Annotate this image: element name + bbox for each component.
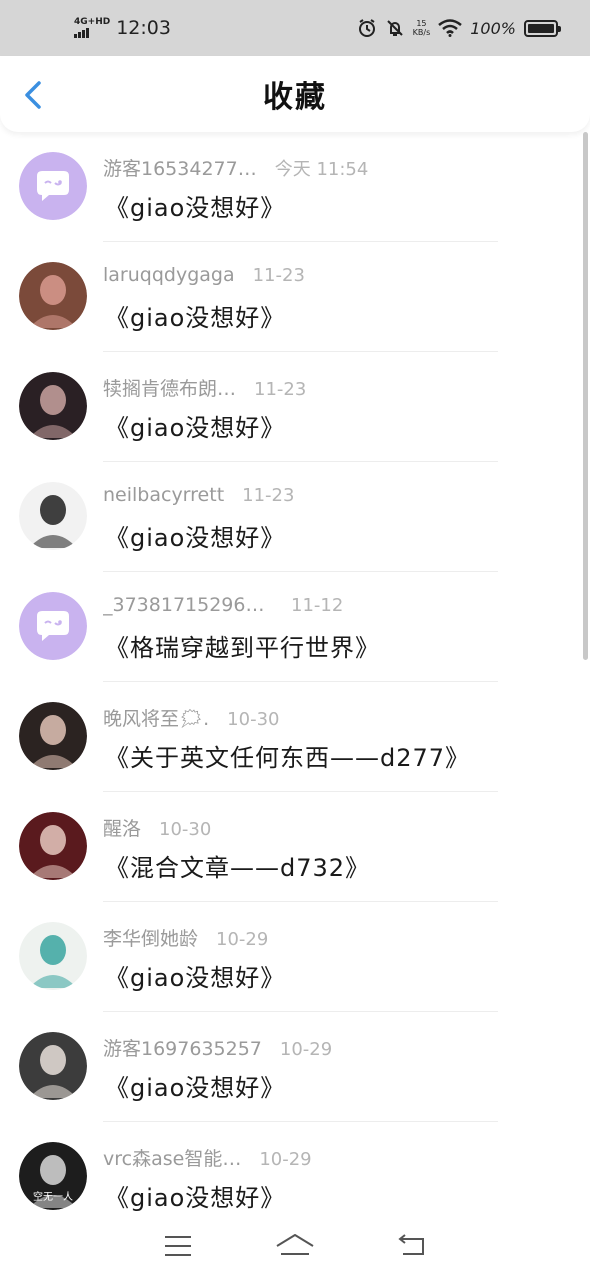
article-title: 《格瑞穿越到平行世界》 <box>105 634 380 662</box>
item-time: 10-29 <box>279 1039 333 1060</box>
user-photo-icon <box>19 702 87 770</box>
status-time: 12:03 <box>116 17 171 39</box>
article-title: 《giao没想好》 <box>105 304 286 332</box>
back-icon <box>398 1234 424 1255</box>
alarm-icon <box>358 19 375 37</box>
avatar-caption: 空无一人 <box>33 1190 73 1203</box>
user-name: 晚风将至🗯. <box>103 708 210 730</box>
item-time: 11-23 <box>254 379 307 400</box>
item-time: 11-23 <box>252 265 305 286</box>
home-icon <box>276 1234 314 1255</box>
article-title: 《giao没想好》 <box>105 414 286 442</box>
user-photo-icon <box>19 482 87 550</box>
item-time: 10-29 <box>216 929 269 950</box>
default-avatar-icon <box>19 152 87 220</box>
avatar[interactable] <box>19 152 87 220</box>
article-title: 《giao没想好》 <box>105 964 286 992</box>
list-item[interactable]: 游客16534277… 今天 11:54 《giao没想好》 <box>0 132 590 242</box>
avatar[interactable] <box>19 922 87 990</box>
item-meta: 游客1697635257 10-29 <box>103 1034 332 1061</box>
user-name: 游客16534277… <box>103 158 257 180</box>
item-meta: laruqqdygaga 11-23 <box>103 264 305 286</box>
user-photo-icon <box>19 922 87 990</box>
avatar[interactable] <box>19 812 87 880</box>
list-item[interactable]: 醒洛 10-30 《混合文章——d732》 <box>0 792 590 902</box>
user-name: neilbacyrrett <box>103 484 225 506</box>
header: 收藏 <box>0 56 590 132</box>
status-bar: 4G+HD 12:03 15 KB/s 100% <box>0 0 590 56</box>
item-meta: _373817152964… 11-12 <box>103 594 343 616</box>
wifi-icon <box>438 19 463 37</box>
item-time: 11-23 <box>242 485 295 506</box>
battery-icon <box>524 19 561 37</box>
item-time: 10-30 <box>227 709 280 730</box>
user-name: 醒洛 <box>103 818 142 840</box>
default-avatar-icon <box>19 592 87 660</box>
item-meta: 晚风将至🗯. 10-30 <box>103 704 279 731</box>
item-meta: neilbacyrrett 11-23 <box>103 484 294 506</box>
item-time: 11-12 <box>291 595 344 616</box>
chevron-left-icon <box>25 81 41 109</box>
item-meta: 游客16534277… 今天 11:54 <box>103 154 368 181</box>
status-left: 4G+HD 12:03 <box>74 17 171 39</box>
avatar[interactable] <box>19 372 87 440</box>
user-photo-icon: 空无一人 <box>19 1142 87 1210</box>
item-time: 10-30 <box>159 819 212 840</box>
avatar[interactable] <box>19 482 87 550</box>
return-button[interactable] <box>390 1226 434 1266</box>
item-time: 10-29 <box>259 1149 312 1170</box>
user-name: _373817152964… <box>103 594 273 616</box>
scrollbar[interactable] <box>583 132 588 660</box>
status-right: 15 KB/s 100% <box>357 18 561 38</box>
user-name: 犊搁肯德布朗… <box>103 378 237 400</box>
page-title: 收藏 <box>263 80 327 115</box>
system-nav-bar <box>0 1212 590 1280</box>
avatar[interactable]: 空无一人 <box>19 1142 87 1210</box>
item-meta: 犊搁肯德布朗… 11-23 <box>103 374 306 401</box>
item-meta: vrc森ase智能… 10-29 <box>103 1144 312 1171</box>
article-title: 《giao没想好》 <box>105 524 286 552</box>
user-photo-icon <box>19 262 87 330</box>
menu-icon <box>165 1236 192 1256</box>
user-name: 李华倒她龄 <box>103 928 199 950</box>
user-name: laruqqdygaga <box>103 264 235 286</box>
avatar[interactable] <box>19 1032 87 1100</box>
avatar[interactable] <box>19 702 87 770</box>
item-meta: 李华倒她龄 10-29 <box>103 924 268 951</box>
list-item[interactable]: neilbacyrrett 11-23 《giao没想好》 <box>0 462 590 572</box>
list-item[interactable]: _373817152964… 11-12 《格瑞穿越到平行世界》 <box>0 572 590 682</box>
list-item[interactable]: 空无一人 vrc森ase智能… 10-29 《giao没想好》 <box>0 1122 590 1212</box>
battery-percent: 100% <box>470 18 516 38</box>
net-speed: 15 KB/s <box>412 19 431 37</box>
user-photo-icon <box>19 372 87 440</box>
user-photo-icon <box>19 812 87 880</box>
item-meta: 醒洛 10-30 <box>103 814 211 841</box>
menu-button[interactable] <box>156 1226 200 1266</box>
item-time: 今天 11:54 <box>274 159 369 180</box>
article-title: 《giao没想好》 <box>105 1184 286 1212</box>
list-item[interactable]: 游客1697635257 10-29 《giao没想好》 <box>0 1012 590 1122</box>
screen: 4G+HD 12:03 15 KB/s 100% 收藏 游客16534277… … <box>0 0 590 1280</box>
user-name: vrc森ase智能… <box>103 1148 242 1170</box>
signal-icon: 4G+HD <box>74 18 110 38</box>
user-name: 游客1697635257 <box>103 1038 262 1060</box>
avatar[interactable] <box>19 262 87 330</box>
article-title: 《关于英文任何东西——d277》 <box>105 744 471 772</box>
article-title: 《giao没想好》 <box>105 194 286 222</box>
back-button[interactable] <box>18 78 48 112</box>
list-item[interactable]: 犊搁肯德布朗… 11-23 《giao没想好》 <box>0 352 590 462</box>
article-title: 《混合文章——d732》 <box>105 854 371 882</box>
avatar[interactable] <box>19 592 87 660</box>
network-type: 4G+HD <box>74 17 111 27</box>
list-item[interactable]: 李华倒她龄 10-29 《giao没想好》 <box>0 902 590 1012</box>
mute-icon <box>386 20 403 36</box>
list-item[interactable]: laruqqdygaga 11-23 《giao没想好》 <box>0 242 590 352</box>
home-button[interactable] <box>273 1226 317 1266</box>
list-item[interactable]: 晚风将至🗯. 10-30 《关于英文任何东西——d277》 <box>0 682 590 792</box>
favorites-list[interactable]: 游客16534277… 今天 11:54 《giao没想好》 laruqqdygaga… <box>0 132 590 1212</box>
user-photo-icon <box>19 1032 87 1100</box>
article-title: 《giao没想好》 <box>105 1074 286 1102</box>
